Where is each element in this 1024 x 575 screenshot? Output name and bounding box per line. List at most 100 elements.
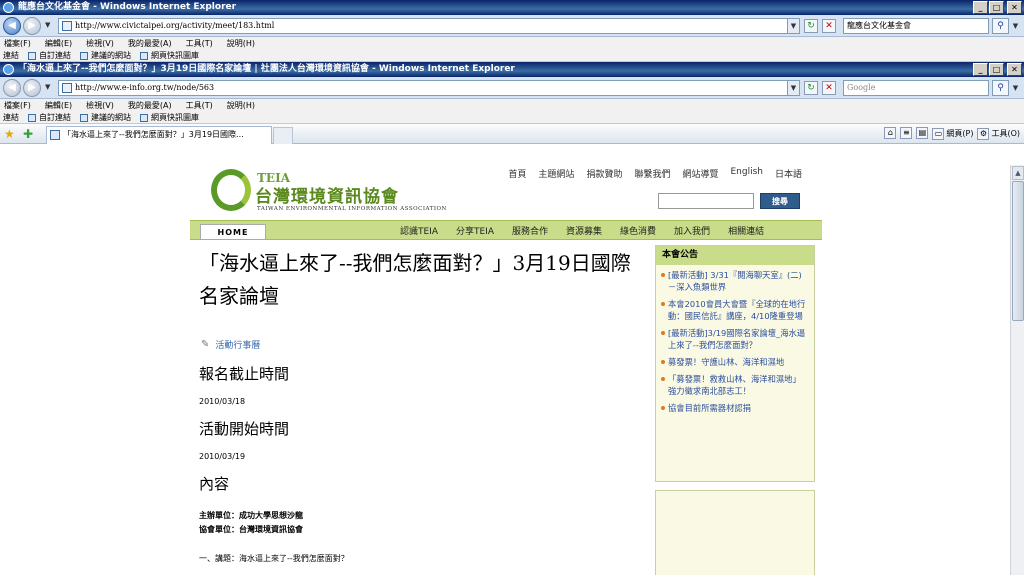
- search-dropdown-icon[interactable]: ▼: [1011, 18, 1020, 34]
- announcement-item[interactable]: 本會2010會員大會暨『全球的在地行動：國民信託』講座，4/10隆重登場: [661, 298, 809, 322]
- address-dropdown-icon[interactable]: ▼: [787, 81, 799, 95]
- toplink-english[interactable]: English: [730, 167, 763, 180]
- toplink-japanese[interactable]: 日本語: [775, 167, 802, 180]
- maximize-button[interactable]: □: [989, 63, 1004, 76]
- forward-button[interactable]: ▶: [23, 79, 41, 97]
- close-button[interactable]: ✕: [1007, 1, 1022, 14]
- menu-favorites[interactable]: 我的最愛(A): [128, 37, 172, 50]
- menu-edit[interactable]: 編輯(E): [45, 37, 72, 50]
- window1-links-bar: 連結 自訂連結 建議的網站 網頁快訊圖庫: [0, 50, 1024, 62]
- favorites-star-icon[interactable]: ★: [4, 127, 15, 141]
- menu-edit[interactable]: 編輯(E): [45, 99, 72, 112]
- search-icon[interactable]: ⚲: [992, 80, 1009, 96]
- page-icon: [62, 21, 72, 31]
- window2-links-bar: 連結 自訂連結 建議的網站 網頁快訊圖庫: [0, 112, 1024, 124]
- page-icon: [62, 83, 72, 93]
- history-dropdown-icon[interactable]: ▼: [45, 22, 51, 29]
- menu-view[interactable]: 檢視(V): [86, 37, 114, 50]
- page-icon: [140, 113, 148, 122]
- nav-resources[interactable]: 資源募集: [566, 224, 602, 237]
- nav-join[interactable]: 加入我們: [674, 224, 710, 237]
- window1-title: 龍應台文化基金會 - Windows Internet Explorer: [18, 2, 237, 12]
- announcement-item[interactable]: 協會目前所需器材認捐: [661, 402, 809, 414]
- nav-share[interactable]: 分享TEIA: [456, 224, 494, 237]
- tools-menu[interactable]: ⚙ 工具(O): [977, 127, 1020, 141]
- toplink-topics[interactable]: 主題網站: [538, 167, 574, 180]
- announcement-item[interactable]: 募發票！守護山林、海洋和濕地: [661, 356, 809, 368]
- minimize-button[interactable]: _: [973, 1, 988, 14]
- announcement-item[interactable]: 「募發票！救救山林、海洋和濕地」強力徵求南北部志工！: [661, 373, 809, 397]
- site-logo[interactable]: TEIA 台灣環境資訊協會 TAIWAN ENVIRONMENTAL INFOR…: [211, 169, 446, 213]
- menu-help[interactable]: 說明(H): [227, 99, 255, 112]
- menu-file[interactable]: 檔案(F): [4, 99, 31, 112]
- links-label: 連結: [3, 50, 19, 60]
- tab-title: 「海水逼上來了--我們怎麼面對？」3月19日國際...: [63, 130, 244, 139]
- toplink-home[interactable]: 首頁: [508, 167, 526, 180]
- address-dropdown-icon[interactable]: ▼: [787, 19, 799, 33]
- menu-favorites[interactable]: 我的最愛(A): [128, 99, 172, 112]
- announcement-item[interactable]: [最新活動]3/19國際名家論壇_海水逼上來了--我們怎麼面對？: [661, 327, 809, 351]
- menu-view[interactable]: 檢視(V): [86, 99, 114, 112]
- sidebar-box-2: [655, 490, 815, 575]
- toplink-donate[interactable]: 捐款贊助: [586, 167, 622, 180]
- window1-address-bar[interactable]: http://www.civictaipei.org/activity/meet…: [58, 18, 800, 34]
- start-date: 2010/03/19: [199, 452, 246, 461]
- nav-services[interactable]: 服務合作: [512, 224, 548, 237]
- scroll-up-icon[interactable]: ▲: [1012, 166, 1024, 180]
- ie-logo-icon: [3, 64, 14, 75]
- maximize-button[interactable]: □: [989, 1, 1004, 14]
- search-dropdown-icon[interactable]: ▼: [1011, 80, 1020, 96]
- minimize-button[interactable]: _: [973, 63, 988, 76]
- nav-links[interactable]: 相關連結: [728, 224, 764, 237]
- toplink-sitemap[interactable]: 網站導覽: [682, 167, 718, 180]
- menu-tools[interactable]: 工具(T): [186, 37, 213, 50]
- site-search-button[interactable]: 搜尋: [760, 193, 800, 209]
- window2-address-bar[interactable]: http://www.e-info.org.tw/node/563 ▼: [58, 80, 800, 96]
- category-link[interactable]: ✎ 活動行事曆: [199, 338, 639, 351]
- nav-green[interactable]: 綠色消費: [620, 224, 656, 237]
- refresh-icon[interactable]: ↻: [804, 81, 818, 95]
- scroll-thumb[interactable]: [1012, 181, 1024, 321]
- vertical-scrollbar[interactable]: ▲: [1010, 165, 1024, 575]
- fav-item-custom[interactable]: 自訂連結: [28, 112, 71, 124]
- page-menu[interactable]: ▭ 網頁(P): [932, 127, 973, 141]
- forward-button[interactable]: ▶: [23, 17, 41, 35]
- content-heading: 內容: [199, 475, 230, 493]
- window1-search-input[interactable]: 龍應台文化基金會: [843, 18, 989, 34]
- print-icon[interactable]: ▤: [916, 127, 929, 139]
- fav-item-webslice[interactable]: 網頁快訊圖庫: [140, 50, 199, 62]
- co-organizer: 協會單位：台灣環境資訊協會: [199, 525, 303, 534]
- tab-active[interactable]: 「海水逼上來了--我們怎麼面對？」3月19日國際...: [46, 126, 272, 144]
- add-favorite-icon[interactable]: ✚: [23, 127, 33, 141]
- fav-item-suggested[interactable]: 建議的網站: [80, 50, 131, 62]
- new-tab-button[interactable]: [273, 127, 293, 144]
- menu-file[interactable]: 檔案(F): [4, 37, 31, 50]
- menu-tools[interactable]: 工具(T): [186, 99, 213, 112]
- page-title: 「海水逼上來了--我們怎麼面對？」3月19日國際名家論壇: [199, 251, 631, 308]
- back-button[interactable]: ◀: [3, 79, 21, 97]
- feeds-icon[interactable]: ≡: [900, 127, 913, 139]
- deadline-date: 2010/03/18: [199, 397, 246, 406]
- fav-item-custom[interactable]: 自訂連結: [28, 50, 71, 62]
- menu-help[interactable]: 說明(H): [227, 37, 255, 50]
- refresh-icon[interactable]: ↻: [804, 19, 818, 33]
- site-search-input[interactable]: [658, 193, 754, 209]
- stop-icon[interactable]: ✕: [822, 19, 836, 33]
- ie-icon: [80, 113, 88, 122]
- top-links: 首頁 主題網站 捐款贊助 聯繫我們 網站導覽 English 日本語: [508, 167, 802, 180]
- back-button[interactable]: ◀: [3, 17, 21, 35]
- organizer: 主辦單位：成功大學思想沙龍: [199, 511, 303, 520]
- topic-line: 一、講題：海水逼上來了--我們怎麼面對？: [199, 554, 349, 563]
- fav-item-suggested[interactable]: 建議的網站: [80, 112, 131, 124]
- search-icon[interactable]: ⚲: [992, 18, 1009, 34]
- window2-search-input[interactable]: Google: [843, 80, 989, 96]
- nav-about[interactable]: 認識TEIA: [400, 224, 438, 237]
- home-button[interactable]: HOME: [200, 224, 266, 240]
- toplink-contact[interactable]: 聯繫我們: [634, 167, 670, 180]
- history-dropdown-icon[interactable]: ▼: [45, 84, 51, 91]
- announcement-item[interactable]: [最新活動] 3/31『閱海聊天室』(二)－深入魚類世界: [661, 269, 809, 293]
- stop-icon[interactable]: ✕: [822, 81, 836, 95]
- close-button[interactable]: ✕: [1007, 63, 1022, 76]
- home-icon[interactable]: ⌂: [884, 127, 897, 139]
- fav-item-webslice[interactable]: 網頁快訊圖庫: [140, 112, 199, 124]
